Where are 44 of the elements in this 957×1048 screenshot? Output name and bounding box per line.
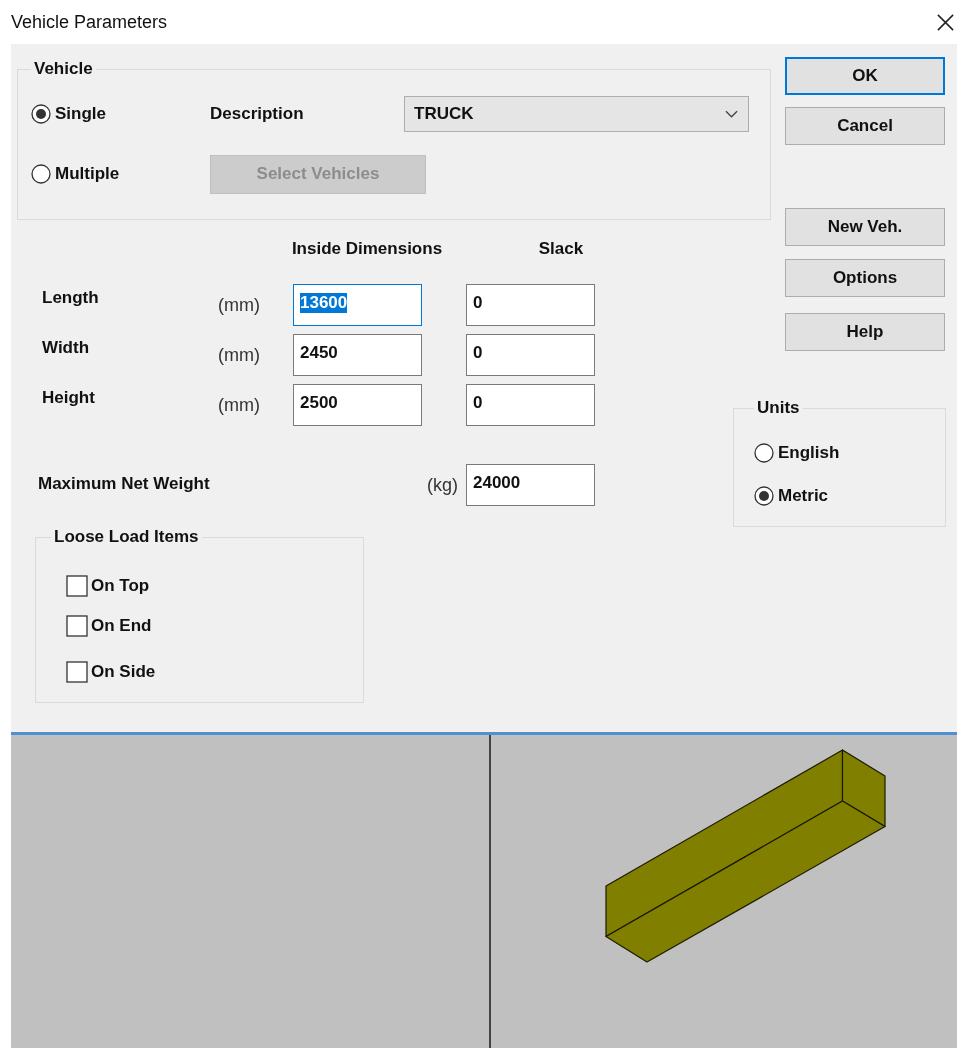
close-icon[interactable] [936, 12, 955, 32]
dialog-button[interactable]: Options [785, 259, 945, 297]
radio-label[interactable]: Single [55, 104, 106, 124]
field-label: Height [42, 387, 96, 408]
dialog-button[interactable]: Cancel [785, 107, 945, 145]
input-field[interactable]: 2500 [293, 384, 422, 426]
input-field[interactable]: 0 [466, 334, 595, 376]
column-header: Inside Dimensions [290, 239, 444, 259]
checkbox-label[interactable]: On Side [91, 662, 156, 682]
window-title: Vehicle Parameters [11, 11, 168, 33]
unit-label: (mm) [217, 294, 261, 316]
group-label: Vehicle [33, 59, 94, 79]
radio-label[interactable]: Multiple [55, 164, 120, 184]
dialog-button[interactable]: Help [785, 313, 945, 351]
group-label: Units [756, 398, 801, 418]
checkbox-label[interactable]: On Top [91, 576, 150, 596]
radio-button[interactable] [754, 443, 774, 463]
column-header: Slack [537, 239, 585, 259]
dialog-button[interactable]: OK [785, 57, 945, 95]
radio-label[interactable]: Metric [778, 486, 829, 506]
input-field[interactable]: 24000 [466, 464, 595, 506]
input-field[interactable]: 13600 [293, 284, 422, 326]
radio-button[interactable] [754, 486, 774, 506]
unit-label: (mm) [217, 344, 261, 366]
dialog-button[interactable]: New Veh. [785, 208, 945, 246]
unit-label: (kg) [427, 475, 458, 496]
checkbox[interactable] [66, 615, 88, 637]
radio-button[interactable] [31, 164, 51, 184]
checkbox[interactable] [66, 661, 88, 683]
radio-button[interactable] [31, 104, 51, 124]
dropdown[interactable]: TRUCK [404, 96, 749, 132]
radio-label[interactable]: English [778, 443, 840, 463]
field-label: Width [42, 337, 91, 358]
input-field[interactable]: 0 [466, 284, 595, 326]
input-field[interactable]: 0 [466, 384, 595, 426]
field-label: Length [42, 287, 100, 308]
field-label: Maximum Net Weight [38, 474, 211, 494]
chevron-down-icon [725, 110, 738, 118]
field-label: Description [210, 104, 305, 124]
checkbox[interactable] [66, 575, 88, 597]
unit-label: (mm) [217, 394, 261, 416]
checkbox-label[interactable]: On End [91, 616, 152, 636]
group-label: Loose Load Items [53, 527, 200, 547]
input-field[interactable]: 2450 [293, 334, 422, 376]
